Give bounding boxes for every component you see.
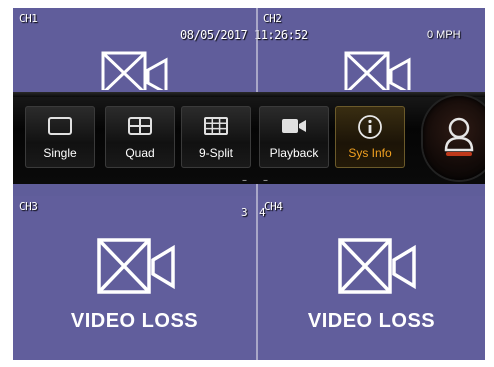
- user-login-button[interactable]: [423, 96, 485, 180]
- channel-4-tile[interactable]: CH4 4 VIDEO LOSS: [258, 196, 485, 360]
- channel-2-label: CH2: [263, 12, 282, 25]
- channel-4-label: CH4: [264, 200, 283, 213]
- sys-info-label: Sys Info: [348, 146, 392, 160]
- divider-mark: –: [263, 175, 268, 186]
- channel-3-tile[interactable]: CH3 3 VIDEO LOSS: [13, 196, 256, 360]
- grid-divider-vertical: [256, 8, 258, 360]
- datetime-display: 08/05/2017 11:26:52: [180, 28, 308, 42]
- video-camera-icon: [282, 119, 306, 133]
- sys-info-button[interactable]: Sys Info: [335, 106, 405, 168]
- channel-4-number: 4: [259, 206, 266, 219]
- user-icon: [444, 117, 474, 156]
- main-menu-bar: Single Quad 9-Split Playback Sys Info: [13, 92, 485, 184]
- channel-1-label: CH1: [19, 12, 38, 25]
- video-loss-icon: [101, 51, 168, 90]
- nine-split-icon: [204, 117, 228, 135]
- quad-view-icon: [128, 117, 152, 135]
- single-view-icon: [48, 117, 72, 135]
- nine-split-label: 9-Split: [198, 146, 233, 160]
- playback-button[interactable]: Playback: [259, 106, 329, 168]
- nine-split-button[interactable]: 9-Split: [181, 106, 251, 168]
- channel-3-number: 3: [241, 206, 248, 219]
- info-icon: [358, 115, 382, 139]
- video-loss-text: VIDEO LOSS: [70, 310, 199, 332]
- single-view-button[interactable]: Single: [25, 106, 95, 168]
- video-loss-icon: [344, 51, 411, 90]
- speed-display: 0 MPH: [427, 29, 461, 41]
- video-loss-icon: [338, 238, 416, 294]
- dvr-screen: CH1 CH2 08/05/2017 11:26:52 0 MPH CH3 3 …: [13, 8, 485, 360]
- single-view-label: Single: [43, 146, 77, 160]
- video-loss-icon: [97, 238, 175, 294]
- video-loss-text: VIDEO LOSS: [307, 310, 436, 332]
- divider-mark: –: [242, 175, 247, 186]
- channel-3-label: CH3: [19, 200, 38, 213]
- quad-view-button[interactable]: Quad: [105, 106, 175, 168]
- quad-view-label: Quad: [125, 146, 155, 160]
- playback-label: Playback: [269, 146, 319, 160]
